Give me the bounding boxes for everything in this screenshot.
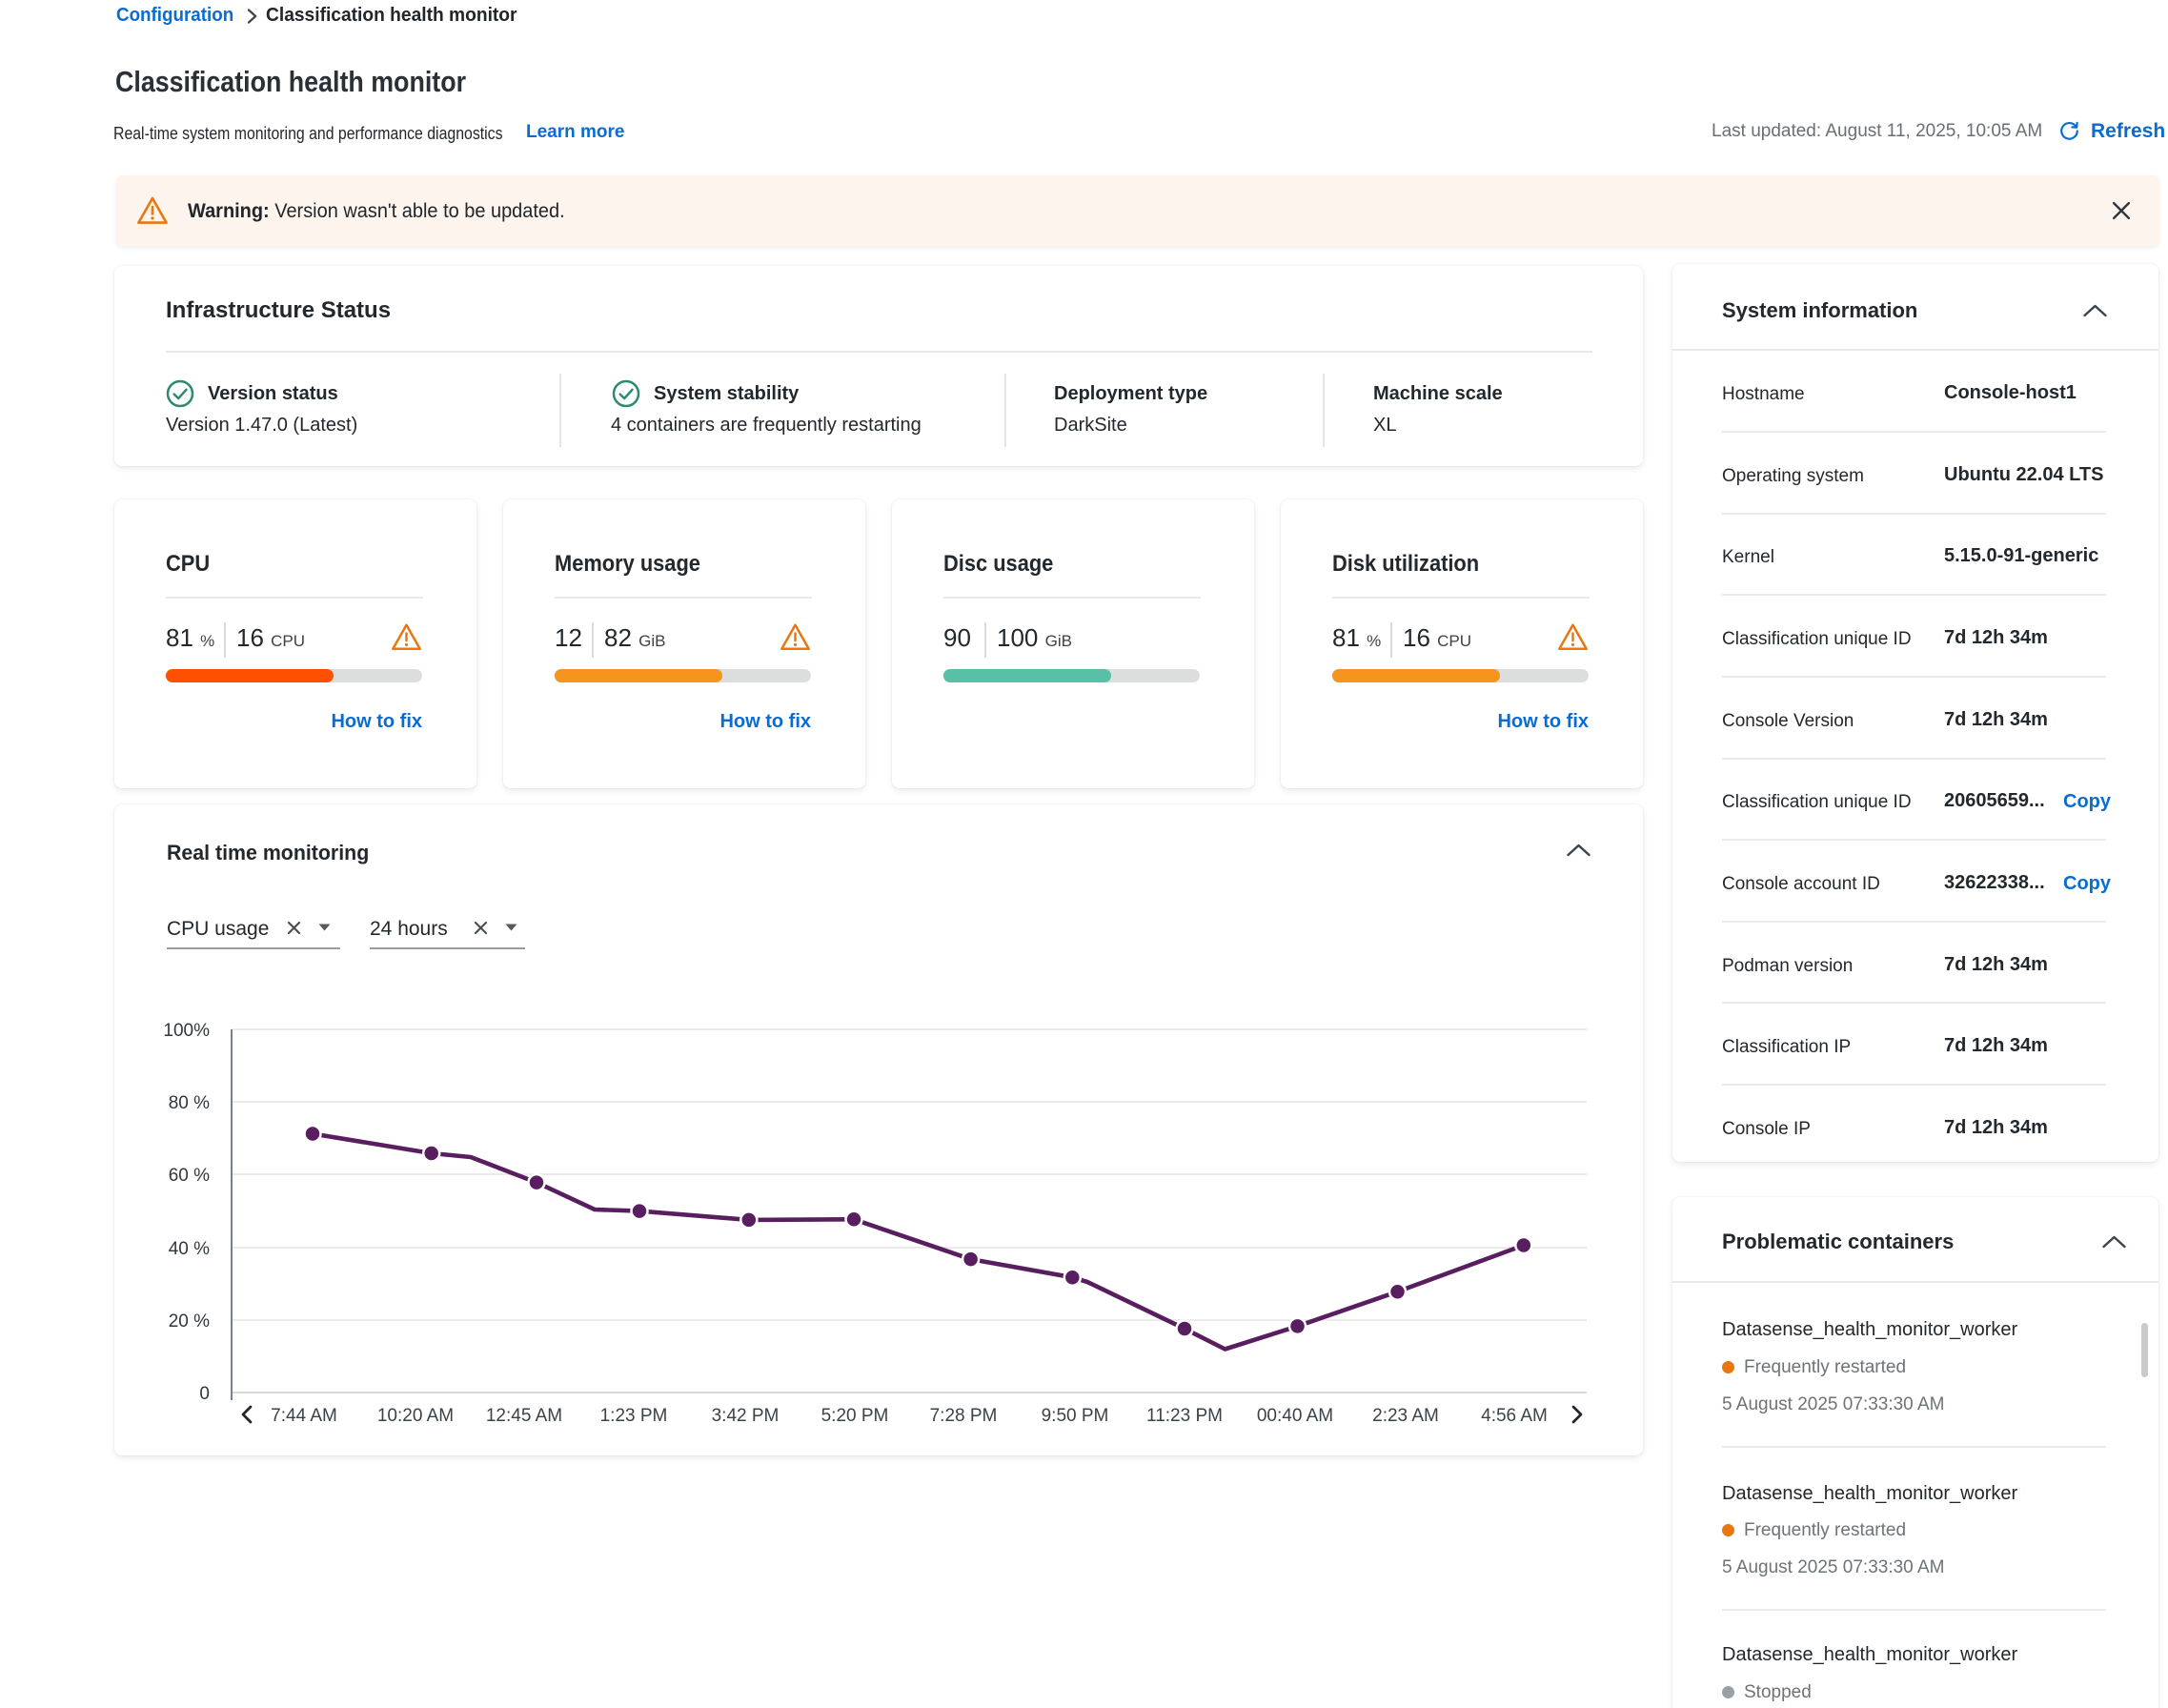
svg-text:9:50 PM: 9:50 PM: [1042, 1406, 1109, 1426]
svg-text:4:56 AM: 4:56 AM: [1481, 1406, 1548, 1426]
svg-text:40 %: 40 %: [169, 1239, 210, 1259]
svg-text:20 %: 20 %: [169, 1312, 210, 1332]
svg-text:5:20 PM: 5:20 PM: [821, 1406, 889, 1426]
svg-text:1:23 PM: 1:23 PM: [600, 1406, 668, 1426]
svg-text:7:28 PM: 7:28 PM: [930, 1406, 998, 1426]
svg-text:10:20 AM: 10:20 AM: [377, 1406, 454, 1426]
svg-text:2:23 AM: 2:23 AM: [1372, 1406, 1439, 1426]
svg-text:0: 0: [199, 1384, 210, 1404]
svg-text:100%: 100%: [163, 1021, 210, 1041]
svg-text:60 %: 60 %: [169, 1166, 210, 1186]
svg-text:00:40 AM: 00:40 AM: [1257, 1406, 1333, 1426]
svg-text:80 %: 80 %: [169, 1093, 210, 1113]
svg-text:7:44 AM: 7:44 AM: [271, 1406, 337, 1426]
svg-text:12:45 AM: 12:45 AM: [486, 1406, 562, 1426]
svg-text:3:42 PM: 3:42 PM: [712, 1406, 780, 1426]
svg-text:11:23 PM: 11:23 PM: [1146, 1406, 1223, 1426]
